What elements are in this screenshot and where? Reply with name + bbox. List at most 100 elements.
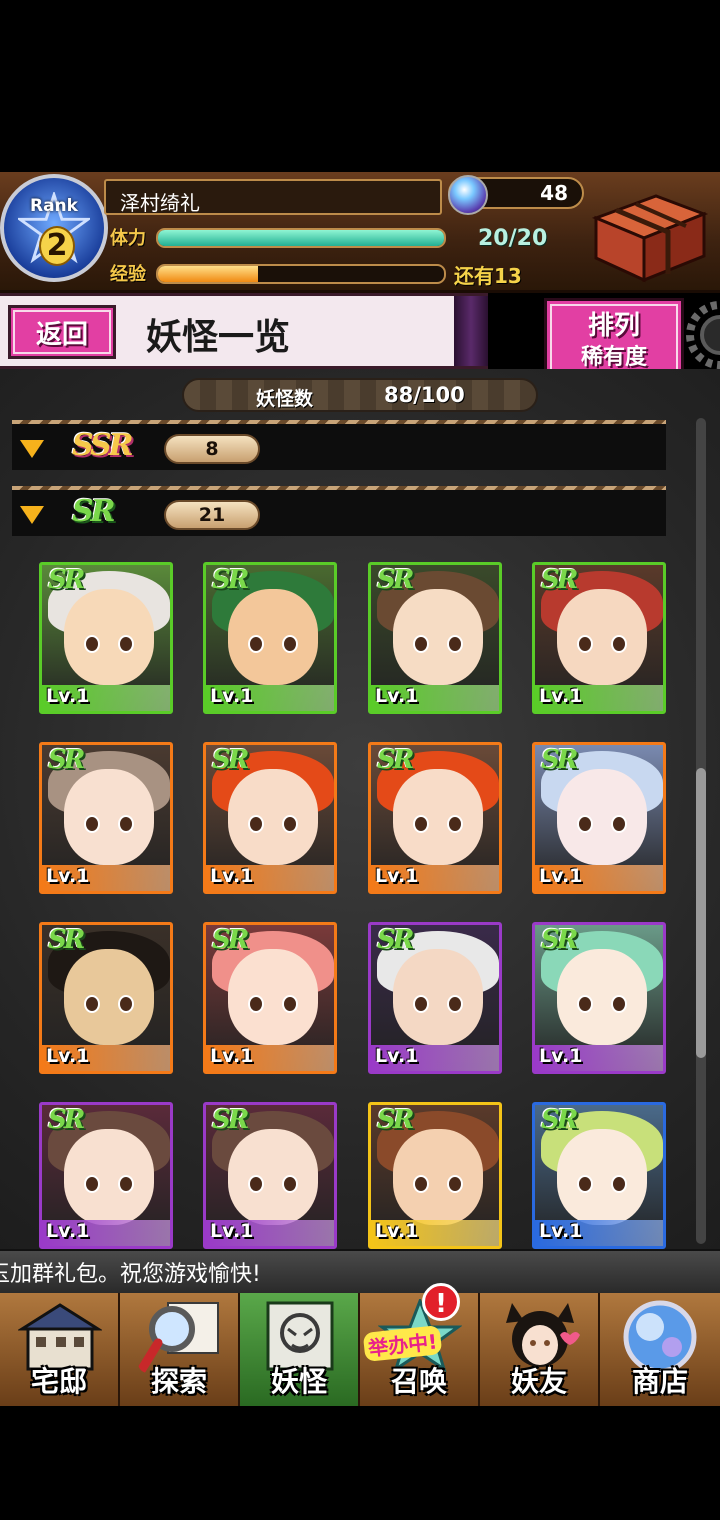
monster-face bbox=[64, 949, 154, 1045]
gear-icon bbox=[686, 301, 720, 369]
monster-eye bbox=[577, 995, 593, 1013]
bottom-nav: 宅邸 探索 妖怪 举办中! ! 召唤 妖友 商店 bbox=[0, 1283, 720, 1406]
nav-item-mansion[interactable]: 宅邸 bbox=[0, 1293, 120, 1406]
monster-card[interactable]: SR Lv.1 bbox=[532, 1102, 666, 1249]
card-level-label: Lv.1 bbox=[46, 1045, 90, 1067]
card-rarity-tag: SR bbox=[541, 1105, 578, 1135]
sort-button-value: 稀有度 bbox=[580, 345, 647, 370]
monster-card[interactable]: SR Lv.1 bbox=[39, 922, 173, 1074]
monster-eye bbox=[447, 815, 463, 833]
monster-count-value: 88/100 bbox=[384, 383, 465, 407]
card-level-label: Lv.1 bbox=[375, 685, 419, 707]
monster-card[interactable]: SR Lv.1 bbox=[532, 562, 666, 714]
monster-eye bbox=[282, 995, 298, 1013]
monster-face bbox=[393, 589, 483, 685]
card-rarity-tag: SR bbox=[48, 745, 85, 775]
nav-item-explore[interactable]: 探索 bbox=[120, 1293, 240, 1406]
gem-counter[interactable]: 48 bbox=[448, 175, 584, 215]
card-level-label: Lv.1 bbox=[210, 1220, 254, 1242]
group-header-sr[interactable]: SR 21 bbox=[12, 486, 666, 536]
monster-eye bbox=[282, 815, 298, 833]
card-level-label: Lv.1 bbox=[46, 685, 90, 707]
card-level-label: Lv.1 bbox=[375, 1045, 419, 1067]
nav-item-monsters[interactable]: 妖怪 bbox=[240, 1293, 360, 1406]
monster-card[interactable]: SR Lv.1 bbox=[532, 742, 666, 894]
chevron-down-icon bbox=[20, 440, 44, 458]
monster-eye bbox=[118, 995, 134, 1013]
card-level-label: Lv.1 bbox=[539, 1220, 583, 1242]
card-rarity-tag: SR bbox=[377, 1105, 414, 1135]
card-rarity-tag: SR bbox=[541, 745, 578, 775]
nav-item-summon[interactable]: 举办中! ! 召唤 bbox=[360, 1283, 480, 1406]
monster-eye bbox=[84, 1175, 100, 1193]
monster-eye bbox=[118, 815, 134, 833]
monster-eye bbox=[413, 815, 429, 833]
xp-track bbox=[156, 264, 446, 284]
monster-face bbox=[64, 589, 154, 685]
monster-card[interactable]: SR Lv.1 bbox=[203, 922, 337, 1074]
monster-face bbox=[557, 589, 647, 685]
card-rarity-tag: SR bbox=[48, 925, 85, 955]
card-level-label: Lv.1 bbox=[375, 1220, 419, 1242]
monster-card[interactable]: SR Lv.1 bbox=[203, 1102, 337, 1249]
card-level-label: Lv.1 bbox=[210, 685, 254, 707]
card-rarity-tag: SR bbox=[377, 925, 414, 955]
treasure-chest-icon[interactable] bbox=[586, 188, 710, 284]
nav-item-friends[interactable]: 妖友 bbox=[480, 1293, 600, 1406]
monster-eye bbox=[611, 1175, 627, 1193]
monster-eye bbox=[248, 1175, 264, 1193]
back-button[interactable]: 返回 bbox=[8, 305, 116, 359]
card-rarity-tag: SR bbox=[212, 565, 249, 595]
scrollbar-thumb[interactable] bbox=[696, 768, 706, 1058]
monster-eye bbox=[611, 995, 627, 1013]
monster-card[interactable]: SR Lv.1 bbox=[203, 562, 337, 714]
nav-label-shop: 商店 bbox=[631, 1365, 688, 1398]
ticker-text: 玉加群礼包。祝您游戏愉快! bbox=[0, 1262, 261, 1287]
monster-card[interactable]: SR Lv.1 bbox=[39, 742, 173, 894]
nav-label-monsters: 妖怪 bbox=[270, 1365, 327, 1398]
nav-label-friends: 妖友 bbox=[510, 1365, 567, 1398]
nav-label-mansion: 宅邸 bbox=[30, 1365, 87, 1398]
monster-face bbox=[228, 769, 318, 865]
monster-card[interactable]: SR Lv.1 bbox=[368, 922, 502, 1074]
chevron-down-icon bbox=[20, 506, 44, 524]
gem-count: 48 bbox=[540, 181, 568, 205]
monster-eye bbox=[248, 815, 264, 833]
xp-label: 经验 bbox=[110, 264, 146, 285]
card-rarity-tag: SR bbox=[48, 565, 85, 595]
monster-card[interactable]: SR Lv.1 bbox=[368, 742, 502, 894]
monster-eye bbox=[577, 635, 593, 653]
magic-orb-icon bbox=[448, 175, 488, 215]
card-level-label: Lv.1 bbox=[210, 865, 254, 887]
monster-eye bbox=[611, 635, 627, 653]
card-level-label: Lv.1 bbox=[539, 685, 583, 707]
sort-button[interactable]: 排列 稀有度 bbox=[544, 298, 684, 378]
nav-item-shop[interactable]: 商店 bbox=[600, 1293, 720, 1406]
xp-remaining: 还有13 bbox=[454, 264, 522, 288]
monster-card[interactable]: SR Lv.1 bbox=[368, 562, 502, 714]
card-level-label: Lv.1 bbox=[539, 865, 583, 887]
monster-eye bbox=[84, 635, 100, 653]
monster-card[interactable]: SR Lv.1 bbox=[39, 562, 173, 714]
rank-label: Rank bbox=[30, 196, 78, 216]
scrollbar[interactable] bbox=[696, 418, 706, 1244]
monster-face bbox=[228, 1129, 318, 1225]
monster-face bbox=[228, 949, 318, 1045]
monster-card[interactable]: SR Lv.1 bbox=[203, 742, 337, 894]
card-rarity-tag: SR bbox=[212, 925, 249, 955]
monster-card[interactable]: SR Lv.1 bbox=[368, 1102, 502, 1249]
rank-badge[interactable]: Rank 2 bbox=[0, 174, 108, 282]
card-rarity-tag: SR bbox=[48, 1105, 85, 1135]
news-ticker: 玉加群礼包。祝您游戏愉快! bbox=[0, 1249, 720, 1295]
monster-eye bbox=[447, 635, 463, 653]
monster-card[interactable]: SR Lv.1 bbox=[39, 1102, 173, 1249]
stamina-label: 体力 bbox=[110, 228, 146, 249]
card-rarity-tag: SR bbox=[377, 745, 414, 775]
stamina-track bbox=[156, 228, 446, 248]
group-header-ssr[interactable]: SSR 8 bbox=[12, 420, 666, 470]
card-rarity-tag: SR bbox=[541, 925, 578, 955]
monster-face bbox=[228, 589, 318, 685]
monster-card[interactable]: SR Lv.1 bbox=[532, 922, 666, 1074]
rank-value: 2 bbox=[39, 226, 75, 266]
rarity-tag-ssr: SSR bbox=[72, 428, 134, 463]
